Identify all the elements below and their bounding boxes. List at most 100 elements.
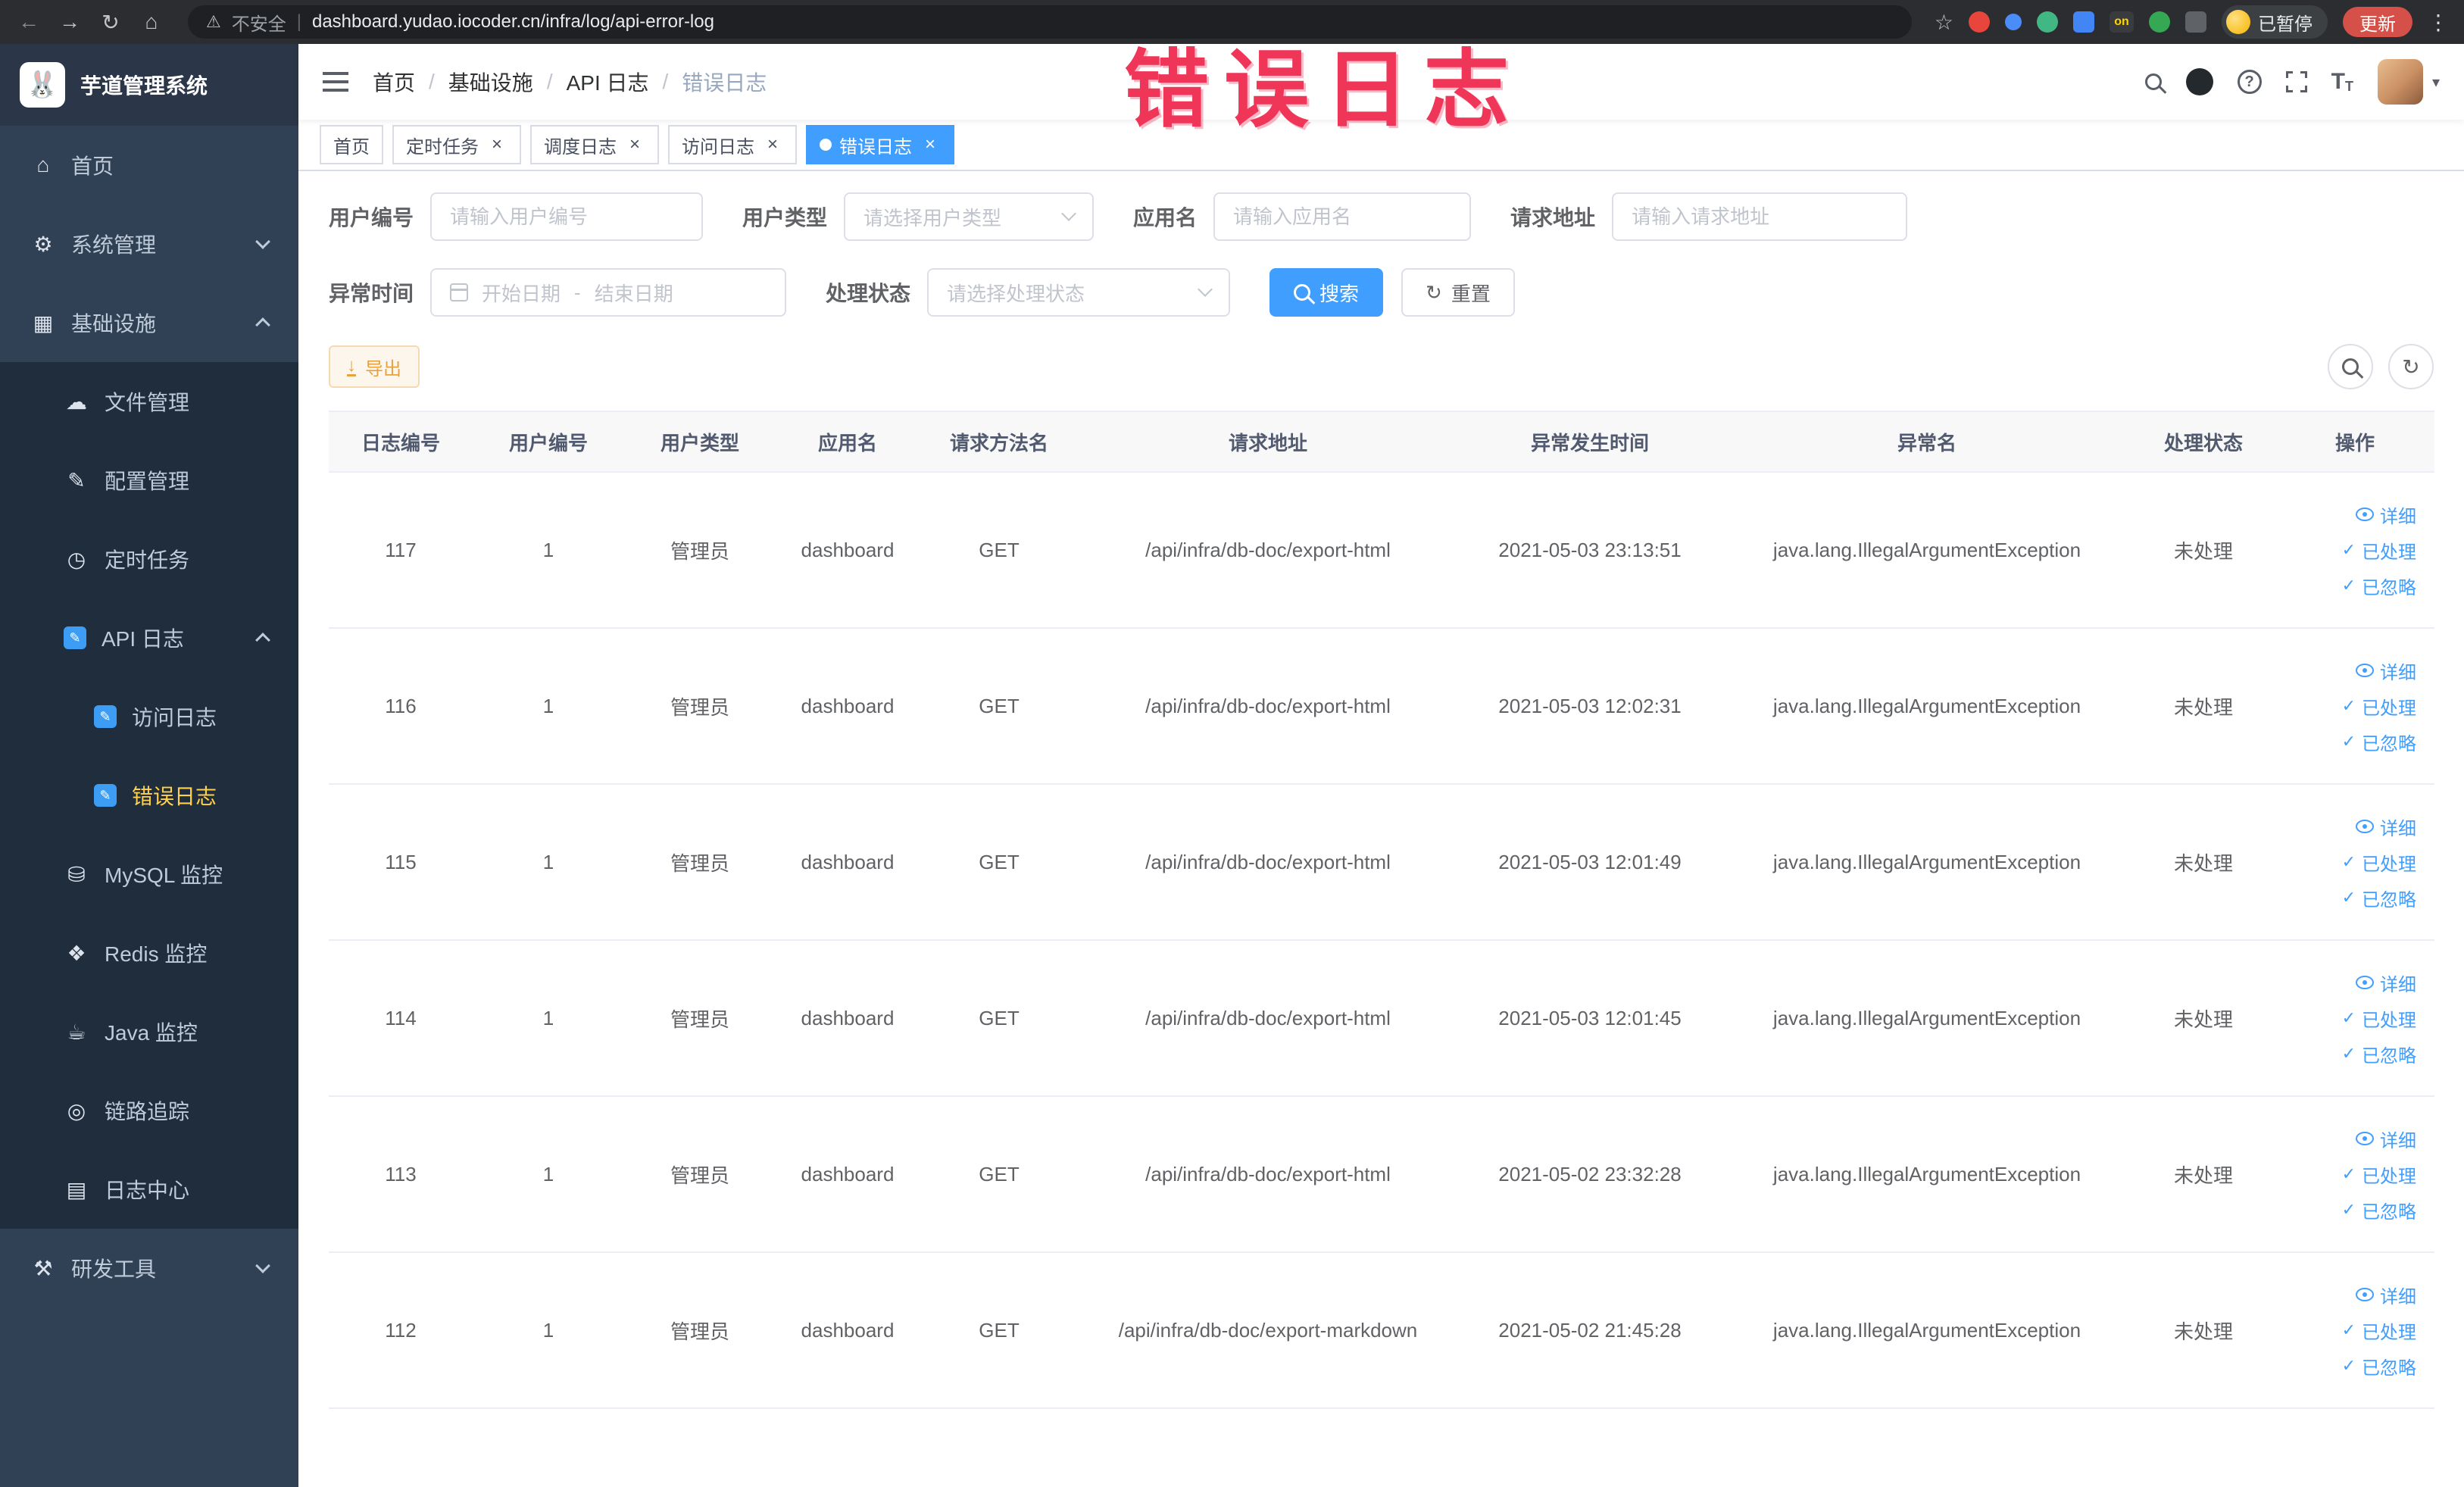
extension-icon-vue[interactable] (2037, 11, 2058, 33)
close-icon[interactable]: × (762, 134, 783, 155)
app-name-input[interactable] (1213, 192, 1472, 241)
action-ignored[interactable]: ✓ 已忽略 (2342, 1197, 2416, 1223)
sidebar-item-dev-tools[interactable]: ⚒ 研发工具 (0, 1229, 298, 1307)
font-size-icon[interactable]: TT (2331, 69, 2353, 95)
sidebar-item-access-log[interactable]: ✎ 访问日志 (0, 677, 298, 756)
action-detail[interactable]: 详细 (2356, 1126, 2416, 1152)
eye-icon (2356, 976, 2374, 989)
extension-icon-1[interactable] (1969, 11, 1990, 33)
extension-icon-on[interactable]: on (2110, 11, 2134, 33)
tab-job-log[interactable]: 调度日志 × (530, 125, 659, 164)
action-detail[interactable]: 详细 (2356, 1282, 2416, 1308)
action-processed[interactable]: ✓ 已处理 (2342, 849, 2416, 876)
error-log-icon: ✎ (94, 784, 117, 807)
sidebar: 🐰 芋道管理系统 ⌂ 首页 ⚙ 系统管理 ▦ 基础设施 ☁ 文件管理 ✎ 配置管… (0, 44, 298, 1487)
sidebar-item-config-manage[interactable]: ✎ 配置管理 (0, 441, 298, 520)
extension-icon-grid[interactable] (2073, 11, 2094, 33)
toggle-search-button[interactable] (2328, 344, 2373, 389)
sidebar-logo[interactable]: 🐰 芋道管理系统 (0, 44, 298, 126)
sidebar-item-scheduled-job[interactable]: ◷ 定时任务 (0, 520, 298, 598)
chevron-down-icon (1198, 282, 1213, 297)
help-icon[interactable]: ? (2237, 70, 2262, 94)
hamburger-icon[interactable] (323, 72, 348, 92)
action-processed[interactable]: ✓ 已处理 (2342, 537, 2416, 564)
user-menu[interactable]: ▾ (2377, 59, 2440, 105)
chevron-up-icon (255, 317, 270, 333)
sidebar-item-mysql-monitor[interactable]: ⛁ MySQL 监控 (0, 835, 298, 914)
security-label[interactable]: 不安全 (232, 9, 286, 36)
check-icon: ✓ (2341, 1200, 2356, 1219)
user-type-select[interactable]: 请选择用户类型 (844, 192, 1095, 241)
sidebar-item-redis-monitor[interactable]: ❖ Redis 监控 (0, 914, 298, 992)
reset-button[interactable]: ↻ 重置 (1401, 268, 1515, 317)
extensions-puzzle-icon[interactable] (2185, 11, 2206, 33)
process-status-select[interactable]: 请选择处理状态 (927, 268, 1231, 317)
fullscreen-icon[interactable] (2283, 69, 2309, 95)
tab-scheduled-job[interactable]: 定时任务 × (392, 125, 521, 164)
sidebar-item-error-log[interactable]: ✎ 错误日志 (0, 756, 298, 835)
action-processed[interactable]: ✓ 已处理 (2342, 1317, 2416, 1344)
exception-time-range[interactable]: 开始日期 - 结束日期 (430, 268, 787, 317)
sidebar-item-infra[interactable]: ▦ 基础设施 (0, 283, 298, 362)
sidebar-item-label: MySQL 监控 (105, 864, 223, 887)
refresh-icon: ↻ (2402, 355, 2420, 379)
action-detail[interactable]: 详细 (2356, 501, 2416, 528)
sidebar-item-java-monitor[interactable]: ☕ Java 监控 (0, 992, 298, 1071)
refresh-table-button[interactable]: ↻ (2388, 344, 2434, 389)
close-icon[interactable]: × (624, 134, 645, 155)
sidebar-item-api-log[interactable]: ✎ API 日志 (0, 598, 298, 677)
close-icon[interactable]: × (486, 134, 507, 155)
refresh-icon: ↻ (1426, 280, 1442, 304)
bookmark-star-icon[interactable]: ☆ (1935, 10, 1953, 35)
profile-label: 已暂停 (2258, 14, 2313, 35)
sidebar-item-label: 文件管理 (105, 391, 190, 414)
action-detail[interactable]: 详细 (2356, 814, 2416, 840)
sidebar-item-file-manage[interactable]: ☁ 文件管理 (0, 362, 298, 441)
sidebar-item-home[interactable]: ⌂ 首页 (0, 126, 298, 205)
action-ignored[interactable]: ✓ 已忽略 (2342, 885, 2416, 911)
action-processed[interactable]: ✓ 已处理 (2342, 1005, 2416, 1032)
user-id-input[interactable] (430, 192, 704, 241)
search-icon[interactable] (2144, 73, 2162, 90)
export-button[interactable]: ↓ 导出 (329, 345, 420, 388)
close-icon[interactable]: × (920, 134, 941, 155)
action-ignored[interactable]: ✓ 已忽略 (2342, 1353, 2416, 1379)
tab-error-log[interactable]: 错误日志 × (806, 125, 954, 164)
redis-icon: ❖ (67, 941, 86, 965)
action-detail[interactable]: 详细 (2356, 658, 2416, 684)
sidebar-item-system[interactable]: ⚙ 系统管理 (0, 205, 298, 283)
github-icon[interactable] (2185, 68, 2213, 95)
tab-home[interactable]: 首页 (320, 125, 383, 164)
sidebar-item-trace[interactable]: ◎ 链路追踪 (0, 1071, 298, 1150)
request-url-input[interactable] (1612, 192, 1908, 241)
extension-icon-2[interactable] (2005, 14, 2022, 30)
api-log-icon: ✎ (64, 626, 86, 649)
col-request-url: 请求地址 (1079, 411, 1457, 473)
extension-icon-green[interactable] (2149, 11, 2170, 33)
profile-chip[interactable]: 已暂停 (2222, 5, 2328, 39)
action-ignored[interactable]: ✓ 已忽略 (2342, 729, 2416, 755)
action-ignored[interactable]: ✓ 已忽略 (2342, 1041, 2416, 1067)
avatar[interactable] (2377, 59, 2423, 105)
browser-menu-icon[interactable]: ⋮ (2428, 10, 2449, 35)
eye-icon (2356, 1132, 2374, 1145)
home-icon[interactable]: ⌂ (138, 10, 165, 34)
action-detail[interactable]: 详细 (2356, 970, 2416, 996)
forward-icon[interactable]: → (56, 10, 83, 34)
action-ignored[interactable]: ✓ 已忽略 (2342, 573, 2416, 599)
breadcrumb-infra[interactable]: 基础设施 (448, 67, 533, 97)
breadcrumb-separator: / (662, 70, 669, 93)
search-icon (2342, 358, 2359, 375)
sidebar-item-log-center[interactable]: ▤ 日志中心 (0, 1150, 298, 1229)
breadcrumb-home[interactable]: 首页 (373, 67, 415, 97)
action-processed[interactable]: ✓ 已处理 (2342, 693, 2416, 720)
address-bar[interactable]: ⚠ 不安全 | dashboard.yudao.iocoder.cn/infra… (188, 5, 1912, 39)
breadcrumb-api-log[interactable]: API 日志 (567, 67, 649, 97)
reload-icon[interactable]: ↻ (97, 10, 124, 35)
update-button[interactable]: 更新 (2343, 7, 2412, 37)
action-processed[interactable]: ✓ 已处理 (2342, 1161, 2416, 1188)
url-text[interactable]: dashboard.yudao.iocoder.cn/infra/log/api… (312, 11, 714, 33)
tab-access-log[interactable]: 访问日志 × (668, 125, 797, 164)
search-button[interactable]: 搜索 (1269, 268, 1384, 317)
back-icon[interactable]: ← (15, 10, 42, 34)
